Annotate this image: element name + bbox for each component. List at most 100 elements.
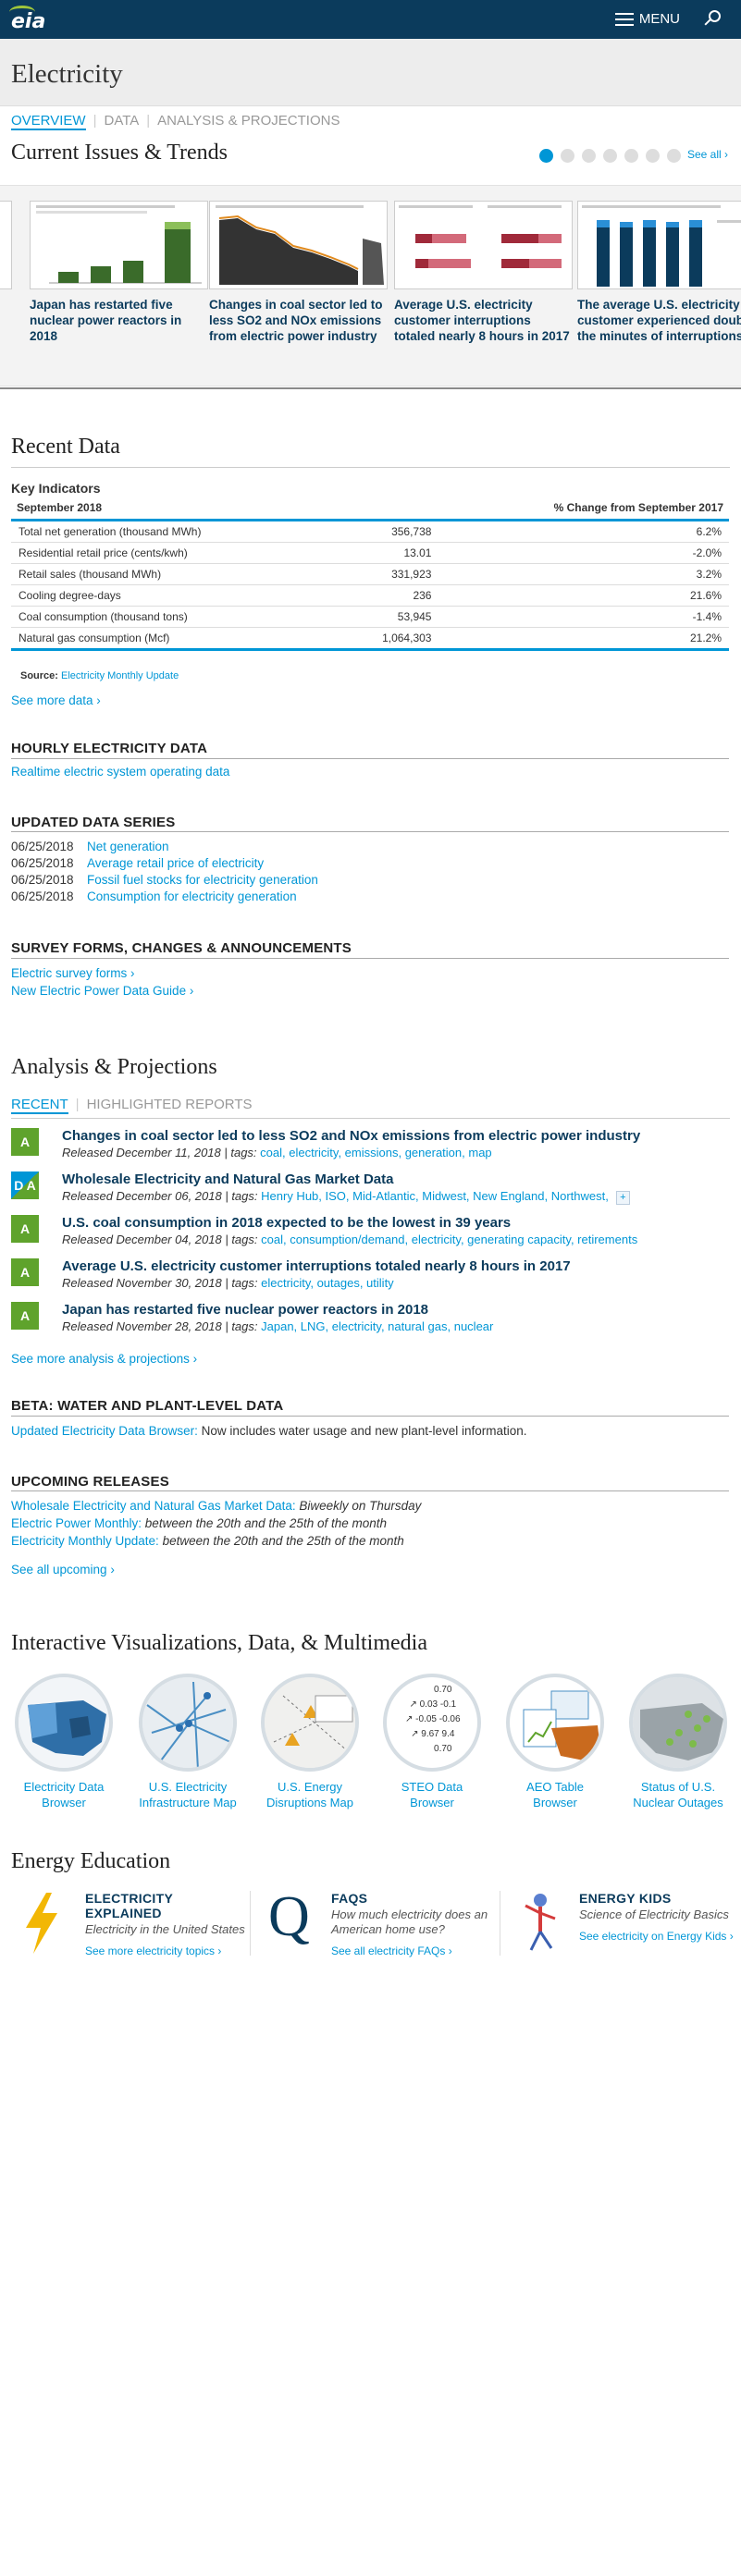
expand-tags-icon[interactable]: +: [615, 1191, 630, 1205]
card-caption[interactable]: Japan has restarted five nuclear power r…: [30, 297, 208, 344]
indicator-value: 1,064,303: [327, 627, 439, 651]
update-date: 06/25/2018: [11, 840, 74, 853]
edu-title[interactable]: ENERGY KIDS: [579, 1891, 736, 1906]
updated-series-title: UPDATED DATA SERIES: [11, 815, 176, 830]
carousel-dot[interactable]: [539, 149, 553, 163]
update-link[interactable]: Net generation: [87, 840, 169, 853]
analysis-item: A Changes in coal sector led to less SO2…: [11, 1126, 733, 1163]
analysis-tags[interactable]: coal, consumption/demand, electricity, g…: [261, 1233, 637, 1246]
column-header-change: % Change from September 2017: [438, 497, 729, 521]
see-all-link[interactable]: See all ›: [687, 148, 728, 161]
analysis-tags[interactable]: electricity, outages, utility: [261, 1276, 394, 1290]
edu-title[interactable]: ELECTRICITY EXPLAINED: [85, 1891, 252, 1920]
table-row: Natural gas consumption (Mcf) 1,064,303 …: [11, 627, 729, 651]
see-more-analysis-link[interactable]: See more analysis & projections ›: [11, 1352, 197, 1366]
carousel-dot[interactable]: [646, 149, 660, 163]
analysis-tags[interactable]: Japan, LNG, electricity, natural gas, nu…: [261, 1319, 493, 1333]
analysis-item: A Average U.S. electricity customer inte…: [11, 1257, 733, 1294]
indicator-value: 331,923: [327, 563, 439, 585]
indicator-name: Residential retail price (cents/kwh): [11, 542, 328, 564]
carousel-card[interactable]: Average U.S. electricity customer interr…: [394, 201, 573, 344]
viz-item[interactable]: 0.70 ↗ 0.03 -0.1 ↗ -0.05 -0.06 ↗ 9.67 9.…: [381, 1674, 483, 1810]
carousel-dot[interactable]: [624, 149, 638, 163]
menu-button[interactable]: MENU: [614, 11, 680, 27]
tab-overview[interactable]: OVERVIEW: [11, 113, 86, 130]
data-browser-link[interactable]: Updated Electricity Data Browser:: [11, 1424, 198, 1438]
faq-q-icon: Q: [268, 1885, 310, 1948]
carousel-card[interactable]: Changes in coal sector led to less SO2 a…: [209, 201, 388, 344]
realtime-data-link[interactable]: Realtime electric system operating data: [11, 765, 229, 779]
analysis-tags[interactable]: Henry Hub, ISO, Mid-Atlantic, Midwest, N…: [261, 1189, 609, 1203]
analysis-title-link[interactable]: U.S. coal consumption in 2018 expected t…: [62, 1215, 511, 1231]
edu-subtitle: Electricity in the United States: [85, 1922, 245, 1936]
list-item: 06/25/2018 Net generation: [11, 840, 169, 853]
list-item: Electricity Monthly Update: between the …: [11, 1534, 404, 1548]
tab-data[interactable]: DATA: [104, 113, 139, 130]
carousel: Japan has restarted five nuclear power r…: [0, 185, 741, 386]
viz-item[interactable]: Status of U.S. Nuclear Outages: [627, 1674, 729, 1810]
edu-subtitle: Science of Electricity Basics: [579, 1907, 729, 1921]
carousel-card[interactable]: The average U.S. electricity customer ex…: [577, 201, 741, 344]
carousel-dot[interactable]: [603, 149, 617, 163]
list-item: Wholesale Electricity and Natural Gas Ma…: [11, 1499, 421, 1513]
upcoming-link[interactable]: Electricity Monthly Update:: [11, 1534, 159, 1548]
carousel-card[interactable]: Japan has restarted five nuclear power r…: [30, 201, 208, 344]
source-link[interactable]: Electricity Monthly Update: [61, 670, 179, 681]
card-caption[interactable]: The average U.S. electricity customer ex…: [577, 297, 741, 344]
analysis-meta: Released November 30, 2018 | tags: elect…: [62, 1276, 394, 1290]
data-guide-link[interactable]: New Electric Power Data Guide ›: [11, 984, 193, 998]
card-caption[interactable]: Average U.S. electricity customer interr…: [394, 297, 573, 344]
analysis-tags[interactable]: coal, electricity, emissions, generation…: [260, 1146, 491, 1159]
divider: [11, 467, 730, 468]
upcoming-link[interactable]: Electric Power Monthly:: [11, 1516, 142, 1530]
survey-forms-link[interactable]: Electric survey forms ›: [11, 966, 135, 980]
list-item: 06/25/2018 Consumption for electricity g…: [11, 889, 297, 903]
table-row: Total net generation (thousand MWh) 356,…: [11, 520, 729, 543]
update-date: 06/25/2018: [11, 856, 74, 870]
analysis-title-link[interactable]: Average U.S. electricity customer interr…: [62, 1258, 571, 1274]
update-link[interactable]: Average retail price of electricity: [87, 856, 264, 870]
subnav-separator: |: [93, 113, 97, 129]
indicator-change: 21.6%: [438, 584, 729, 607]
tab-highlighted[interactable]: HIGHLIGHTED REPORTS: [87, 1097, 253, 1114]
viz-label: U.S. Electricity Infrastructure Map: [139, 1780, 237, 1809]
tab-recent[interactable]: RECENT: [11, 1097, 68, 1114]
page-title: Electricity: [11, 59, 123, 89]
see-all-upcoming-link[interactable]: See all upcoming ›: [11, 1563, 115, 1576]
update-link[interactable]: Fossil fuel stocks for electricity gener…: [87, 873, 318, 887]
divider: [11, 958, 729, 959]
card-caption[interactable]: Changes in coal sector led to less SO2 a…: [209, 297, 388, 344]
upcoming-title: UPCOMING RELEASES: [11, 1474, 169, 1490]
carousel-dot[interactable]: [561, 149, 574, 163]
release-date: Released December 11, 2018 | tags:: [62, 1146, 257, 1159]
key-indicators-title: Key Indicators: [11, 481, 101, 496]
edu-title[interactable]: FAQS: [331, 1891, 488, 1906]
viz-label: STEO Data Browser: [401, 1780, 463, 1809]
carousel-dot[interactable]: [582, 149, 596, 163]
viz-item[interactable]: U.S. Electricity Infrastructure Map: [137, 1674, 239, 1810]
analysis-title-link[interactable]: Japan has restarted five nuclear power r…: [62, 1302, 428, 1318]
indicator-value: 356,738: [327, 520, 439, 543]
viz-item[interactable]: AEO Table Browser: [504, 1674, 606, 1810]
indicator-name: Retail sales (thousand MWh): [11, 563, 328, 585]
edu-link[interactable]: See all electricity FAQs ›: [331, 1944, 488, 1958]
analysis-meta: Released November 28, 2018 | tags: Japan…: [62, 1319, 493, 1333]
card-thumbnail: [394, 201, 573, 289]
analysis-item: A U.S. coal consumption in 2018 expected…: [11, 1213, 733, 1250]
tab-analysis[interactable]: ANALYSIS & PROJECTIONS: [157, 113, 340, 130]
search-icon[interactable]: [702, 10, 721, 29]
analysis-title-link[interactable]: Changes in coal sector led to less SO2 a…: [62, 1128, 640, 1144]
carousel-dot[interactable]: [667, 149, 681, 163]
viz-item[interactable]: U.S. Energy Disruptions Map: [259, 1674, 361, 1810]
upcoming-link[interactable]: Wholesale Electricity and Natural Gas Ma…: [11, 1499, 296, 1513]
edu-link[interactable]: See electricity on Energy Kids ›: [579, 1930, 736, 1944]
viz-item[interactable]: Electricity Data Browser: [13, 1674, 115, 1810]
eia-logo[interactable]: eia: [9, 6, 46, 33]
update-link[interactable]: Consumption for electricity generation: [87, 889, 297, 903]
see-more-data-link[interactable]: See more data ›: [11, 693, 101, 707]
key-indicators-table: September 2018 % Change from September 2…: [11, 497, 729, 651]
carousel-card-partial[interactable]: [0, 201, 12, 289]
analysis-title-link[interactable]: Wholesale Electricity and Natural Gas Ma…: [62, 1171, 393, 1187]
edu-link[interactable]: See more electricity topics ›: [85, 1944, 252, 1958]
beta-note: Updated Electricity Data Browser: Now in…: [11, 1424, 527, 1438]
